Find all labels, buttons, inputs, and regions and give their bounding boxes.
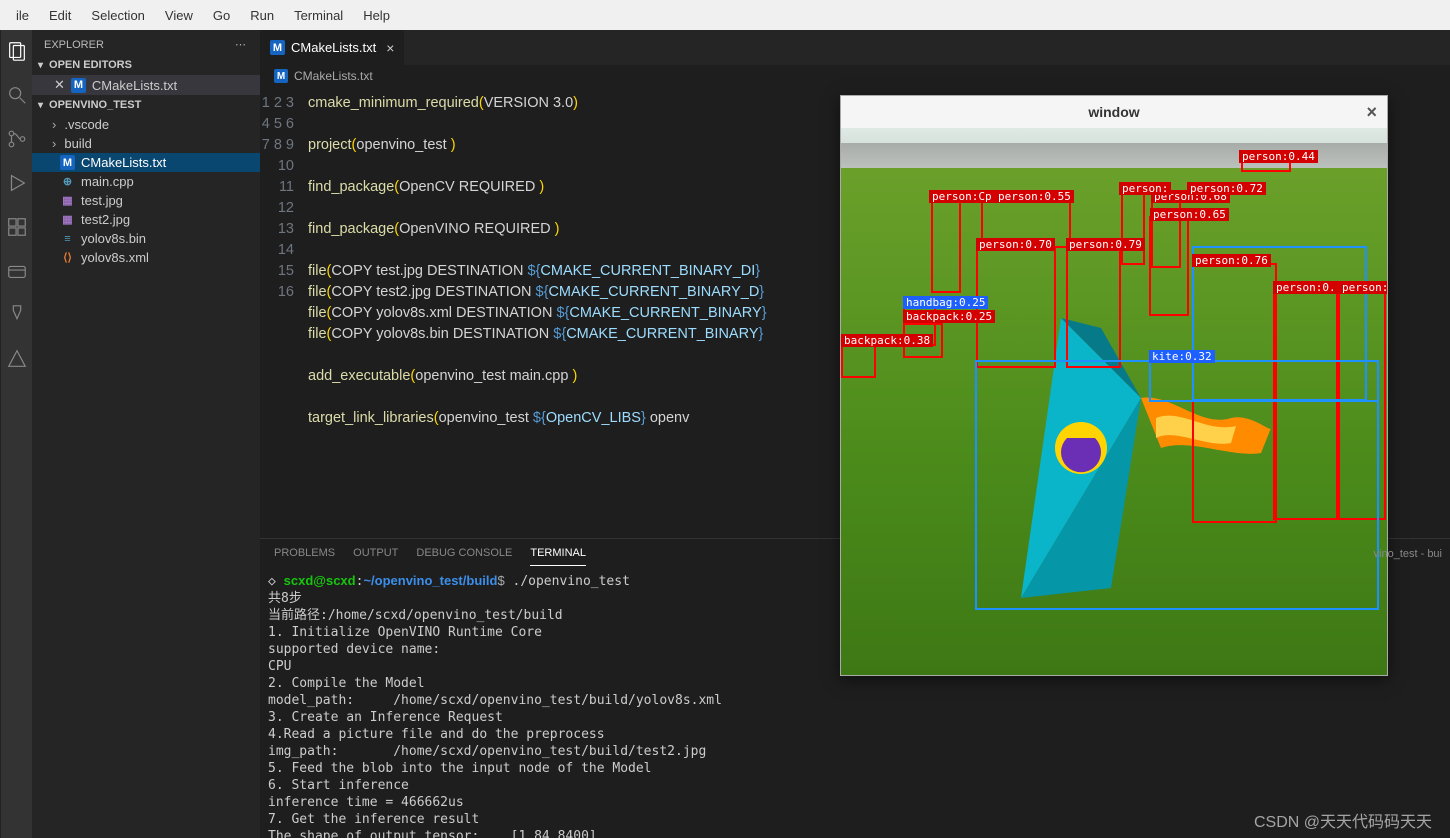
window-titlebar[interactable]: window × — [841, 96, 1387, 128]
source-control-icon[interactable] — [6, 128, 28, 150]
file-icon: M — [71, 78, 86, 93]
menu-edit[interactable]: Edit — [39, 4, 81, 27]
folder-build[interactable]: build — [32, 134, 260, 153]
bbox — [1066, 248, 1121, 368]
file-yolov8s-xml[interactable]: ⟨⟩yolov8s.xml — [32, 248, 260, 267]
search-icon[interactable] — [6, 84, 28, 106]
explorer-icon[interactable] — [6, 40, 28, 62]
activity-bar — [0, 30, 32, 838]
file-cmakelists[interactable]: MCMakeLists.txt — [32, 153, 260, 172]
more-icon[interactable]: ⋯ — [235, 38, 248, 51]
file-label: CMakeLists.txt — [92, 78, 177, 93]
breadcrumb[interactable]: M CMakeLists.txt — [260, 65, 1450, 87]
menu-run[interactable]: Run — [240, 4, 284, 27]
panel-tab-debug[interactable]: DEBUG CONSOLE — [416, 547, 512, 566]
detection-label: person:0.76 — [1192, 254, 1271, 267]
detection-label: backpack:0.38 — [841, 334, 933, 347]
run-debug-icon[interactable] — [6, 172, 28, 194]
cmake-icon[interactable] — [6, 348, 28, 370]
detection-label: person:0.79 — [1066, 238, 1145, 251]
detection-label: person:0.65 — [1150, 208, 1229, 221]
menu-file[interactable]: ile — [6, 4, 39, 27]
section-open-editors[interactable]: OPEN EDITORS — [32, 55, 260, 75]
detection-label: person: — [1119, 182, 1171, 195]
explorer-title: EXPLORER — [44, 39, 104, 51]
bbox — [931, 198, 961, 293]
menu-terminal[interactable]: Terminal — [284, 4, 353, 27]
detection-image: person:0.44 person:0.55person:Cp person:0.… — [841, 128, 1387, 675]
testing-icon[interactable] — [6, 304, 28, 326]
folder-vscode[interactable]: .vscode — [32, 115, 260, 134]
file-test2-jpg[interactable]: ▦test2.jpg — [32, 210, 260, 229]
file-main-cpp[interactable]: ⊕main.cpp — [32, 172, 260, 191]
menu-go[interactable]: Go — [203, 4, 240, 27]
detection-label: handbag:0.25 — [903, 296, 988, 309]
close-icon[interactable]: × — [1366, 102, 1377, 123]
terminal-side-label: vino_test - bui — [1374, 548, 1442, 560]
menu-view[interactable]: View — [155, 4, 203, 27]
detection-window[interactable]: window × person:0.44 person:0.55person:Cp… — [840, 95, 1388, 676]
detection-label: person:0. — [1273, 281, 1339, 294]
file-yolov8s-bin[interactable]: ≡yolov8s.bin — [32, 229, 260, 248]
panel-tab-terminal[interactable]: TERMINAL — [530, 547, 586, 566]
extensions-icon[interactable] — [6, 216, 28, 238]
detection-label: kite:0.32 — [1149, 350, 1215, 363]
tab-icon: M — [270, 40, 285, 55]
menu-selection[interactable]: Selection — [81, 4, 154, 27]
sidebar: EXPLORER ⋯ OPEN EDITORS ✕ M CMakeLists.t… — [32, 30, 260, 838]
remote-icon[interactable] — [6, 260, 28, 282]
bbox — [1121, 190, 1145, 265]
detection-label: backpack:0.25 — [903, 310, 995, 323]
detection-label: person:0.55 — [995, 190, 1074, 203]
detection-label: person: — [1339, 281, 1387, 294]
detection-label: person:0.44 — [1239, 150, 1318, 163]
tab-bar: M CMakeLists.txt × — [260, 30, 1450, 65]
watermark: CSDN @天天代码码天天 — [1254, 808, 1432, 832]
detection-label: person:0.70 — [976, 238, 1055, 251]
panel-tab-output[interactable]: OUTPUT — [353, 547, 398, 566]
tab-label: CMakeLists.txt — [291, 40, 376, 55]
open-editor-cmakelists[interactable]: ✕ M CMakeLists.txt — [32, 75, 260, 95]
window-title: window — [1088, 104, 1139, 120]
close-icon[interactable]: × — [386, 40, 394, 56]
detection-label: person:0.72 — [1187, 182, 1266, 195]
tab-cmakelists[interactable]: M CMakeLists.txt × — [260, 30, 405, 65]
section-project[interactable]: OPENVINO_TEST — [32, 95, 260, 115]
file-test-jpg[interactable]: ▦test.jpg — [32, 191, 260, 210]
menu-help[interactable]: Help — [353, 4, 400, 27]
panel-tab-problems[interactable]: PROBLEMS — [274, 547, 335, 566]
bbox — [1149, 216, 1189, 316]
detection-label: person:Cp — [929, 190, 995, 203]
bbox — [1192, 246, 1367, 401]
menubar: ile Edit Selection View Go Run Terminal … — [0, 0, 1450, 30]
